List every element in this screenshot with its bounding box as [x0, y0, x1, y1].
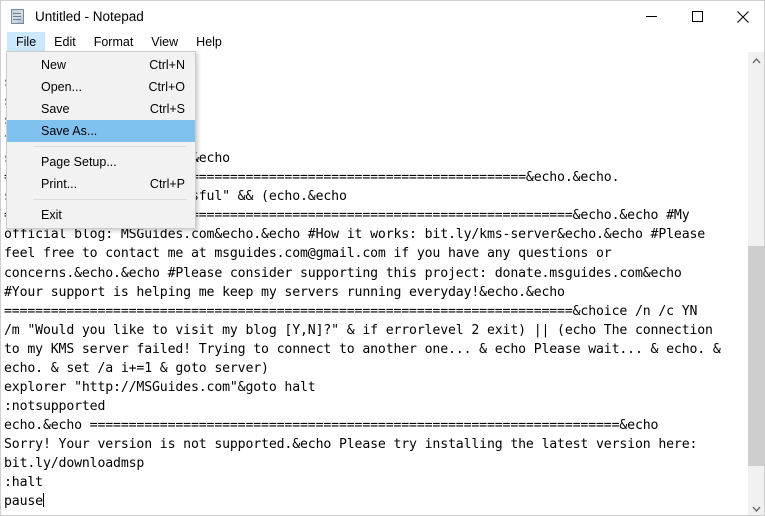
- menu-item-shortcut: Ctrl+P: [149, 177, 185, 191]
- menubar-item-edit[interactable]: Edit: [45, 32, 85, 52]
- editor-line: bit.ly/downloadmsp: [4, 455, 145, 471]
- menu-item-shortcut: Ctrl+O: [148, 80, 185, 94]
- editor-line: feel free to contact me at msguides.com@…: [4, 246, 612, 262]
- menubar-item-help[interactable]: Help: [187, 32, 231, 52]
- menu-separator: [33, 146, 187, 147]
- menu-item-label: Save: [41, 102, 70, 116]
- menu-item-shortcut: Ctrl+N: [149, 58, 185, 72]
- editor-line: :halt: [4, 475, 43, 491]
- maximize-icon: [691, 11, 703, 22]
- file-menu-dropdown: New Ctrl+N Open... Ctrl+O Save Ctrl+S Save As.…: [6, 51, 196, 229]
- editor-line: to my KMS server failed! Trying to conne…: [4, 341, 721, 357]
- menu-item-new[interactable]: New Ctrl+N: [7, 54, 195, 76]
- close-button[interactable]: [720, 1, 764, 32]
- menubar-label-edit: Edit: [54, 35, 76, 49]
- editor-line: explorer "http://MSGuides.com"&goto halt: [4, 379, 316, 395]
- vertical-scrollbar[interactable]: [747, 52, 764, 515]
- minimize-icon: [645, 16, 657, 17]
- text-caret: [42, 493, 44, 508]
- notepad-icon: [10, 8, 26, 25]
- menu-item-save-as[interactable]: Save As...: [7, 120, 195, 142]
- menubar-item-file[interactable]: File: [7, 32, 46, 52]
- menu-item-label: Print...: [41, 177, 78, 191]
- scroll-down-button[interactable]: [748, 500, 764, 515]
- window-title: Untitled - Notepad: [35, 9, 144, 24]
- chevron-up-icon: [752, 57, 761, 63]
- editor-line: Sorry! Your version is not supported.&ec…: [4, 436, 698, 452]
- menu-item-label: Save As...: [41, 124, 98, 138]
- minimize-button[interactable]: [628, 1, 674, 32]
- menubar-label-help: Help: [196, 35, 222, 49]
- menu-item-print[interactable]: Print... Ctrl+P: [7, 173, 195, 195]
- notepad-window: Untitled - Notepad File Edit Format View…: [0, 0, 765, 516]
- menu-item-label: Open...: [41, 80, 82, 94]
- scroll-up-button[interactable]: [748, 52, 764, 69]
- menu-separator: [33, 199, 187, 200]
- editor-line: echo. & set /a i+=1 & goto server): [4, 360, 269, 376]
- menubar-item-format[interactable]: Format: [85, 32, 143, 52]
- editor-line: pause: [4, 493, 44, 510]
- scrollbar-thumb[interactable]: [748, 246, 764, 466]
- editor-line: :notsupported: [4, 398, 106, 414]
- menu-bar: File Edit Format View Help: [1, 32, 764, 52]
- menu-item-page-setup[interactable]: Page Setup...: [7, 151, 195, 173]
- editor-line: concerns.&echo.&echo #Please consider su…: [4, 265, 682, 281]
- menu-item-save[interactable]: Save Ctrl+S: [7, 98, 195, 120]
- editor-line: ========================================…: [4, 303, 698, 319]
- menubar-label-file: File: [16, 35, 37, 49]
- maximize-button[interactable]: [674, 1, 720, 32]
- editor-line: echo.&echo =============================…: [4, 417, 659, 433]
- menubar-label-format: Format: [93, 35, 134, 49]
- editor-line: /m "Would you like to visit my blog [Y,N…: [4, 322, 713, 338]
- chevron-down-icon: [752, 506, 761, 512]
- close-icon: [737, 10, 749, 23]
- title-bar: Untitled - Notepad: [1, 1, 764, 32]
- menu-item-exit[interactable]: Exit: [7, 204, 195, 226]
- menu-item-open[interactable]: Open... Ctrl+O: [7, 76, 195, 98]
- menu-item-label: Page Setup...: [41, 155, 117, 169]
- menu-item-label: Exit: [41, 208, 62, 222]
- menubar-label-view: View: [151, 35, 179, 49]
- menu-item-label: New: [41, 58, 67, 72]
- menu-item-shortcut: Ctrl+S: [149, 102, 185, 116]
- editor-line: #Your support is helping me keep my serv…: [4, 284, 565, 300]
- menubar-item-view[interactable]: View: [142, 32, 187, 52]
- window-controls: [628, 1, 764, 32]
